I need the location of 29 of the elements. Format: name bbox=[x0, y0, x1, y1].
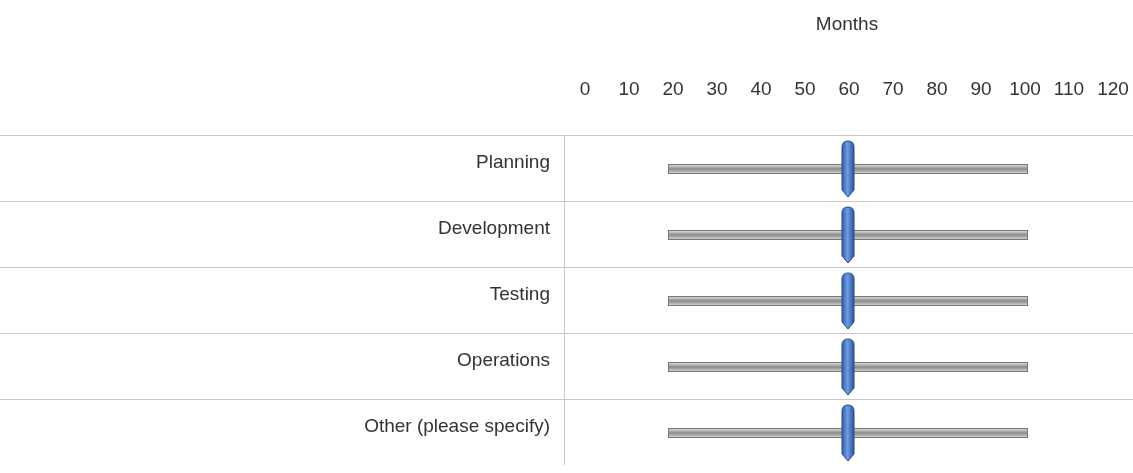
scale-label: 50 bbox=[793, 76, 817, 101]
scale-label: 110 bbox=[1052, 76, 1086, 101]
row-label: Operations bbox=[457, 348, 550, 372]
scale-label: 100 bbox=[1008, 76, 1042, 101]
row-label: Development bbox=[438, 216, 550, 240]
scale-label: 0 bbox=[578, 76, 592, 101]
scale-label: 90 bbox=[969, 76, 993, 101]
slider-thumb[interactable] bbox=[839, 140, 857, 198]
scale-label: 30 bbox=[705, 76, 729, 101]
slider[interactable] bbox=[668, 272, 1028, 330]
slider-thumb[interactable] bbox=[839, 206, 857, 264]
scale-label: 80 bbox=[925, 76, 949, 101]
scale-label: 70 bbox=[881, 76, 905, 101]
scale-label: 60 bbox=[837, 76, 861, 101]
slider[interactable] bbox=[668, 404, 1028, 462]
slider-thumb[interactable] bbox=[839, 338, 857, 396]
slider[interactable] bbox=[668, 140, 1028, 198]
row-label: Other (please specify) bbox=[364, 414, 550, 438]
scale-label: 20 bbox=[661, 76, 685, 101]
slider-thumb[interactable] bbox=[839, 404, 857, 462]
scale-label: 10 bbox=[617, 76, 641, 101]
axis-title: Months bbox=[814, 12, 880, 36]
row-label: Planning bbox=[476, 150, 550, 174]
scale-label: 40 bbox=[749, 76, 773, 101]
slider[interactable] bbox=[668, 206, 1028, 264]
scale-label: 120 bbox=[1096, 76, 1130, 101]
slider-thumb[interactable] bbox=[839, 272, 857, 330]
row-label: Testing bbox=[489, 282, 550, 306]
slider[interactable] bbox=[668, 338, 1028, 396]
